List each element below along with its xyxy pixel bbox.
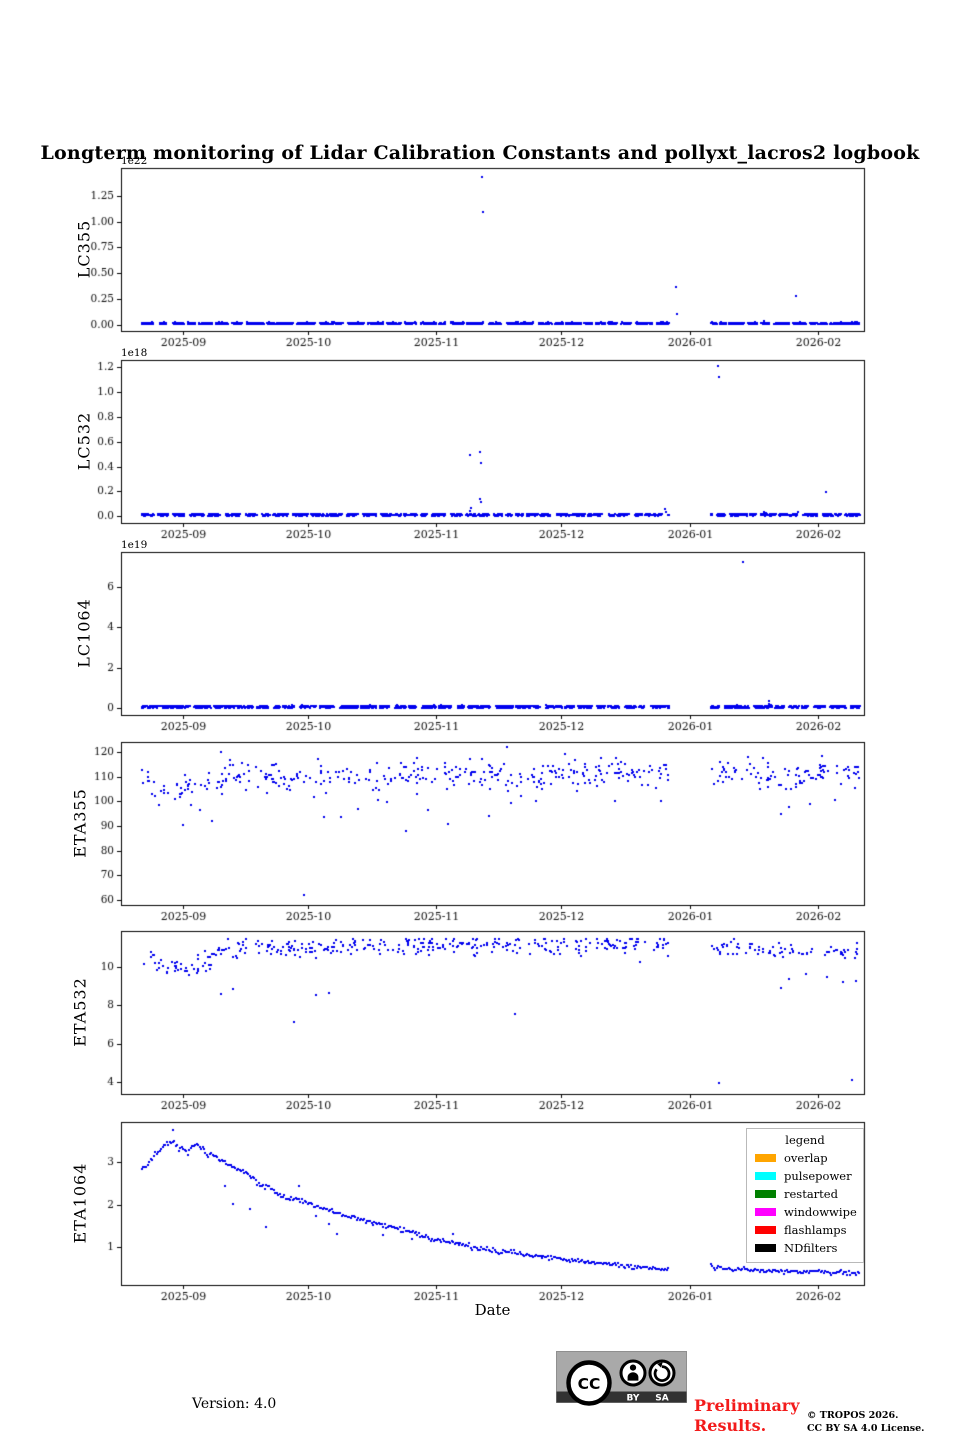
offset-label-1e19: 1e19 [121,539,148,551]
legend-entry-NDfilters: NDfilters [747,1239,863,1257]
copyright-line2: CC BY SA 4.0 License. [807,1422,925,1434]
copyright-line1: © TROPOS 2026. [807,1410,899,1421]
calibration-plots-canvas [0,0,960,1310]
legend-entry-label: windowwipe [784,1205,857,1219]
legend-entry-windowwipe: windowwipe [747,1203,863,1221]
offset-label-1e18: 1e18 [121,347,148,359]
legend-entry-pulsepower: pulsepower [747,1167,863,1185]
figure-page: { "figure": { "title": "Longterm monitor… [0,0,960,1440]
y-axis-label-eta532: ETA532 [70,977,90,1047]
legend-entry-overlap: overlap [747,1149,863,1167]
preliminary-line1: Preliminary [694,1396,800,1415]
y-axis-label-lc1064: LC1064 [74,598,94,668]
by-band-label: BY [627,1394,640,1404]
x-axis-label: Date [474,1301,511,1319]
NDfilters-swatch-icon [755,1244,776,1252]
legend-entry-label: NDfilters [784,1241,838,1255]
preliminary-line2: Results. [694,1415,767,1435]
windowwipe-swatch-icon [755,1208,776,1216]
y-axis-label-lc355: LC355 [74,219,94,279]
flashlamps-swatch-icon [755,1226,776,1234]
pulsepower-swatch-icon [755,1172,776,1180]
legend-entry-label: restarted [784,1187,838,1201]
legend-entry-label: pulsepower [784,1169,852,1183]
legend-entry-restarted: restarted [747,1185,863,1203]
version-label: Version: 4.0 [192,1396,277,1412]
legend-entry-label: flashlamps [784,1223,847,1237]
y-axis-label-eta1064: ETA1064 [70,1162,90,1244]
legend-entry-flashlamps: flashlamps [747,1221,863,1239]
cc-badge: CC BY SA [556,1351,687,1406]
legend-title: legend [785,1133,825,1147]
sa-band-label: SA [655,1394,668,1404]
person-icon [629,1364,637,1371]
legend-entry-label: overlap [784,1151,828,1165]
overlap-swatch-icon [755,1154,776,1162]
y-axis-label-lc532: LC532 [74,411,94,471]
legend: legend overlap pulsepower restarted windoww… [746,1128,864,1263]
copyright-note: © TROPOS 2026. CC BY SA 4.0 License. [807,1410,924,1435]
preliminary-results-note: Preliminary Results. [694,1396,800,1435]
cc-circle-label: CC [578,1375,601,1393]
offset-label-1e22: 1e22 [121,155,148,167]
y-axis-label-eta355: ETA355 [70,788,90,858]
restarted-swatch-icon [755,1190,776,1198]
